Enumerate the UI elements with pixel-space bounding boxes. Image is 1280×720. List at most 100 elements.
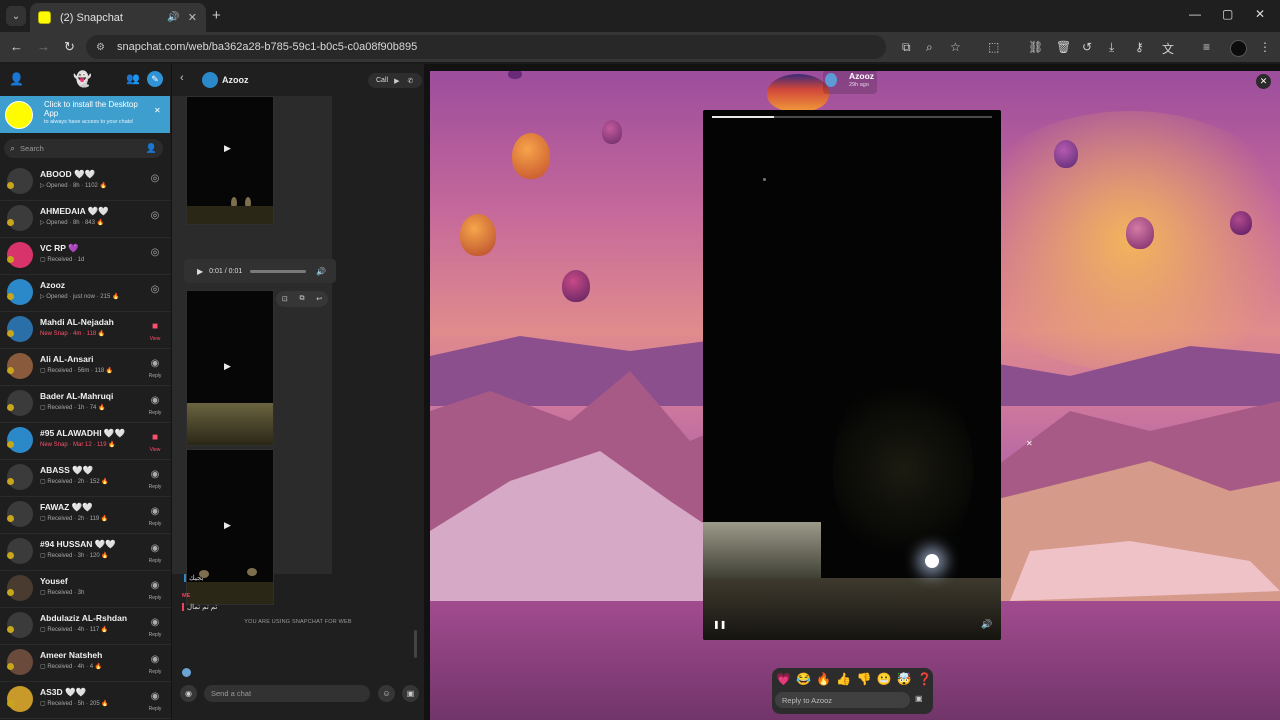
phone-icon[interactable]: ✆ [407, 77, 413, 85]
reload-icon[interactable]: ↻ [64, 39, 75, 55]
link-icon[interactable]: ⛓ [1028, 40, 1043, 54]
video-snap-thumbnail[interactable]: ▶ [186, 290, 274, 446]
add-friend-icon[interactable]: 👥 [126, 72, 140, 85]
close-icon[interactable]: ✕ [154, 106, 161, 115]
profile-avatar[interactable] [1230, 40, 1247, 57]
site-info-icon[interactable]: ⚙ [96, 42, 105, 53]
view-snap-icon[interactable]: ■ [148, 321, 162, 332]
snap-video-player[interactable]: ❚❚ 🔊 [703, 110, 1001, 640]
audio-message[interactable]: ▶ 0:01 / 0:01 🔊 [184, 259, 336, 283]
avatar[interactable] [7, 464, 33, 490]
close-window-button[interactable]: ✕ [1255, 7, 1265, 21]
copy-icon[interactable]: ⧉ [300, 295, 305, 303]
chat-list-item[interactable]: AS3D 🤍🤍 ▢ Received · 5h · 205 🔥 ◉ Reply [0, 682, 171, 719]
trash-icon[interactable]: 🗑 [1056, 40, 1071, 54]
avatar[interactable] [7, 353, 33, 379]
forward-arrow-icon[interactable]: → [37, 39, 50, 54]
play-icon[interactable]: ▶ [224, 361, 231, 372]
user-search-icon[interactable]: 👤 [146, 143, 157, 154]
sticker-icon[interactable]: ▣ [915, 694, 923, 703]
avatar[interactable] [202, 72, 218, 88]
close-icon[interactable]: ✕ [1026, 439, 1033, 448]
view-snap-icon[interactable]: ■ [148, 432, 162, 443]
chat-list-item[interactable]: Yousef ▢ Received · 3h ◉ Reply [0, 571, 171, 608]
chat-list-item[interactable]: #94 HUSSAN 🤍🤍 ▢ Received · 3h · 120 🔥 ◉ Rep… [0, 534, 171, 571]
install-banner-title[interactable]: Click to install the Desktop App [44, 100, 152, 118]
camera-icon[interactable]: ◉ [148, 395, 162, 406]
pause-icon[interactable]: ❚❚ [713, 620, 726, 629]
chat-list-item[interactable]: VC RP 💜 ▢ Received · 1d ◎ [0, 238, 171, 275]
back-arrow-icon[interactable]: ‹ [180, 72, 184, 84]
chat-list-item[interactable]: Abdulaziz AL-Rshdan ▢ Received · 4h · 117… [0, 608, 171, 645]
chat-action-label[interactable]: Reply [146, 521, 164, 527]
play-icon[interactable]: ▶ [197, 267, 203, 276]
back-arrow-icon[interactable]: ← [10, 39, 23, 54]
chat-action-label[interactable]: Reply [146, 595, 164, 601]
maximize-button[interactable]: ▢ [1222, 7, 1233, 21]
camera-icon[interactable]: ◉ [148, 358, 162, 369]
translate-icon[interactable]: 文 [1162, 40, 1174, 57]
install-app-icon[interactable]: ⧉ [902, 40, 911, 55]
reply-icon[interactable]: ↩ [316, 295, 322, 303]
close-tab-icon[interactable]: ✕ [188, 11, 197, 24]
new-chat-icon[interactable]: ✎ [147, 71, 163, 87]
profile-icon[interactable]: 👤 [9, 72, 24, 86]
chat-list-item[interactable]: Bader AL-Mahruqi ▢ Received · 1h · 74 🔥 ◉ R… [0, 386, 171, 423]
reaction-emoji[interactable]: ❓ [917, 671, 932, 687]
browser-tab[interactable]: (2) Snapchat 🔊 ✕ [30, 3, 206, 32]
chat-action-label[interactable]: Reply [146, 373, 164, 379]
avatar[interactable] [7, 427, 33, 453]
camera-icon[interactable]: ◎ [148, 284, 162, 295]
scrollbar[interactable] [414, 630, 417, 658]
chat-list-item[interactable]: AHMEDAIA 🤍🤍 ▷ Opened · 8h · 843 🔥 ◎ [0, 201, 171, 238]
camera-icon[interactable]: ◉ [148, 691, 162, 702]
story-author[interactable]: Azooz 29h ago [823, 71, 877, 94]
avatar[interactable] [7, 612, 33, 638]
chat-list-item[interactable]: Azooz ▷ Opened · just now · 215 🔥 ◎ [0, 275, 171, 312]
avatar[interactable] [7, 538, 33, 564]
chat-action-label[interactable]: Reply [146, 558, 164, 564]
close-icon[interactable]: ✕ [1256, 74, 1271, 89]
reaction-emoji[interactable]: 😂 [796, 671, 811, 687]
call-button[interactable]: Call ▶ ✆ [368, 73, 422, 88]
avatar[interactable] [7, 205, 33, 231]
sticker-icon[interactable]: ▣ [402, 685, 419, 702]
search-bar[interactable]: ⌕ Search 👤 [4, 139, 163, 158]
minimize-button[interactable]: — [1189, 7, 1201, 21]
volume-icon[interactable]: 🔊 [981, 619, 992, 630]
avatar[interactable] [7, 168, 33, 194]
download-icon[interactable]: ⤓ [1109, 40, 1114, 55]
avatar[interactable] [7, 390, 33, 416]
chat-action-label[interactable]: Reply [146, 410, 164, 416]
reading-list-icon[interactable]: ≡ [1203, 40, 1210, 54]
camera-icon[interactable]: ◉ [148, 617, 162, 628]
camera-icon[interactable]: ◉ [148, 543, 162, 554]
tab-search-button[interactable]: ⌄ [6, 6, 26, 26]
chat-list-item[interactable]: FAWAZ 🤍🤍 ▢ Received · 2h · 119 🔥 ◉ Reply [0, 497, 171, 534]
video-snap-thumbnail[interactable]: ▶ [186, 96, 274, 225]
avatar[interactable] [7, 575, 33, 601]
play-icon[interactable]: ▶ [224, 143, 231, 154]
camera-icon[interactable]: ◎ [148, 247, 162, 258]
avatar[interactable] [7, 501, 33, 527]
chat-action-label[interactable]: View [146, 447, 164, 453]
address-bar[interactable]: ⚙ snapchat.com/web/ba362a28-b785-59c1-b0… [86, 35, 886, 59]
chat-action-label[interactable]: Reply [146, 632, 164, 638]
chat-list-item[interactable]: Mahdi AL-Nejadah New Snap · 4m · 118 🔥 ■ Vi… [0, 312, 171, 349]
reaction-emoji[interactable]: 👎 [857, 671, 872, 687]
extensions-icon[interactable]: ⬚ [988, 40, 999, 54]
camera-icon[interactable]: ◉ [148, 654, 162, 665]
avatar[interactable] [7, 316, 33, 342]
new-tab-plus-icon[interactable]: + [212, 7, 221, 24]
chat-list-item[interactable]: Ali AL-Ansari ▢ Received · 56m · 118 🔥 ◉ Re… [0, 349, 171, 386]
chat-input[interactable] [204, 685, 370, 702]
history-icon[interactable]: ↺ [1082, 40, 1092, 54]
avatar[interactable] [825, 73, 837, 87]
save-icon[interactable]: ⊡ [282, 295, 288, 303]
avatar[interactable] [7, 242, 33, 268]
chat-action-label[interactable]: Reply [146, 484, 164, 490]
camera-icon[interactable]: ◎ [148, 173, 162, 184]
avatar[interactable] [7, 649, 33, 675]
camera-icon[interactable]: ◉ [180, 685, 197, 702]
reaction-emoji[interactable]: 🔥 [816, 671, 831, 687]
